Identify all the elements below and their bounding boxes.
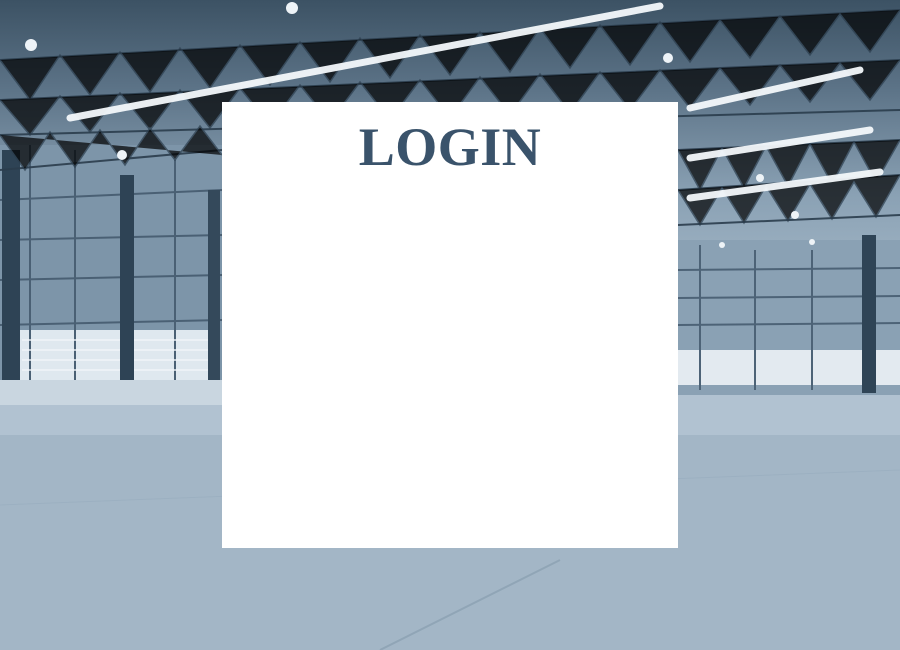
login-panel: LOGIN xyxy=(222,102,678,548)
login-title: LOGIN xyxy=(358,117,542,177)
